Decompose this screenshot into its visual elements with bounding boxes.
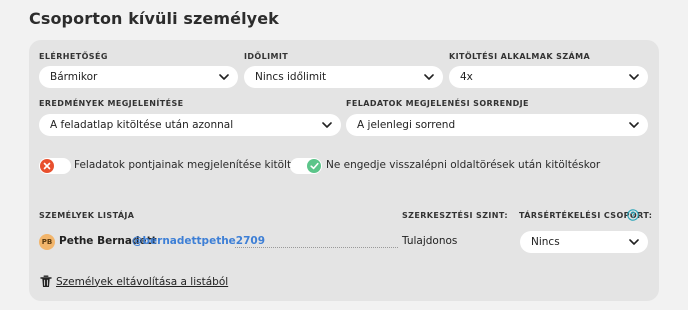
time-limit-select[interactable]: Nincs időlimit [244, 66, 443, 88]
show-points-toggle[interactable] [39, 158, 71, 174]
availability-select[interactable]: Bármikor [39, 66, 238, 88]
chevron-down-icon [629, 237, 639, 247]
person-handle[interactable]: @bernadettpethe2709 [132, 235, 265, 247]
help-circle-icon[interactable] [627, 209, 639, 221]
availability-label: ELÉRHETŐSÉG [39, 52, 108, 61]
results-display-select[interactable]: A feladatlap kitöltése után azonnal [39, 114, 341, 136]
chevron-down-icon [219, 72, 229, 82]
task-order-value: A jelenlegi sorrend [357, 119, 456, 131]
no-back-label: Ne engedje visszalépni oldaltörések után… [326, 159, 601, 171]
task-order-select[interactable]: A jelenlegi sorrend [346, 114, 648, 136]
peer-group-select[interactable]: Nincs [520, 231, 648, 253]
chevron-down-icon [424, 72, 434, 82]
peer-group-value: Nincs [531, 236, 560, 248]
results-display-value: A feladatlap kitöltése után azonnal [50, 119, 234, 131]
availability-value: Bármikor [50, 71, 98, 83]
role-value: Tulajdonos [402, 235, 458, 247]
page-title: Csoporton kívüli személyek [29, 9, 279, 28]
remove-people-button[interactable]: Személyek eltávolítása a listából [40, 275, 228, 288]
chevron-down-icon [629, 72, 639, 82]
time-limit-value: Nincs időlimit [255, 71, 327, 83]
time-limit-label: IDŐLIMIT [244, 52, 289, 61]
trash-icon [40, 275, 52, 287]
task-order-label: FELADATOK MEGJELENÉSI SORRENDJE [346, 99, 529, 108]
attempts-value: 4x [460, 71, 473, 83]
remove-people-label: Személyek eltávolítása a listából [56, 275, 229, 288]
show-points-label: Feladatok pontjainak megjelenítése kitöl… [74, 159, 320, 171]
chevron-down-icon [322, 120, 332, 130]
results-display-label: EREDMÉNYEK MEGJELENÍTÉSE [39, 99, 184, 108]
people-list-header: SZEMÉLYEK LISTÁJA [39, 211, 135, 220]
row-divider [235, 247, 398, 248]
attempts-select[interactable]: 4x [449, 66, 648, 88]
check-icon [307, 159, 321, 173]
attempts-label: KITÖLTÉSI ALKALMAK SZÁMA [449, 52, 591, 61]
role-header: SZERKESZTÉSI SZINT: [402, 211, 508, 220]
settings-panel: ELÉRHETŐSÉG IDŐLIMIT KITÖLTÉSI ALKALMAK … [29, 40, 659, 301]
close-icon [40, 159, 54, 173]
avatar: PB [39, 234, 55, 250]
no-back-toggle[interactable] [290, 158, 322, 174]
chevron-down-icon [629, 120, 639, 130]
